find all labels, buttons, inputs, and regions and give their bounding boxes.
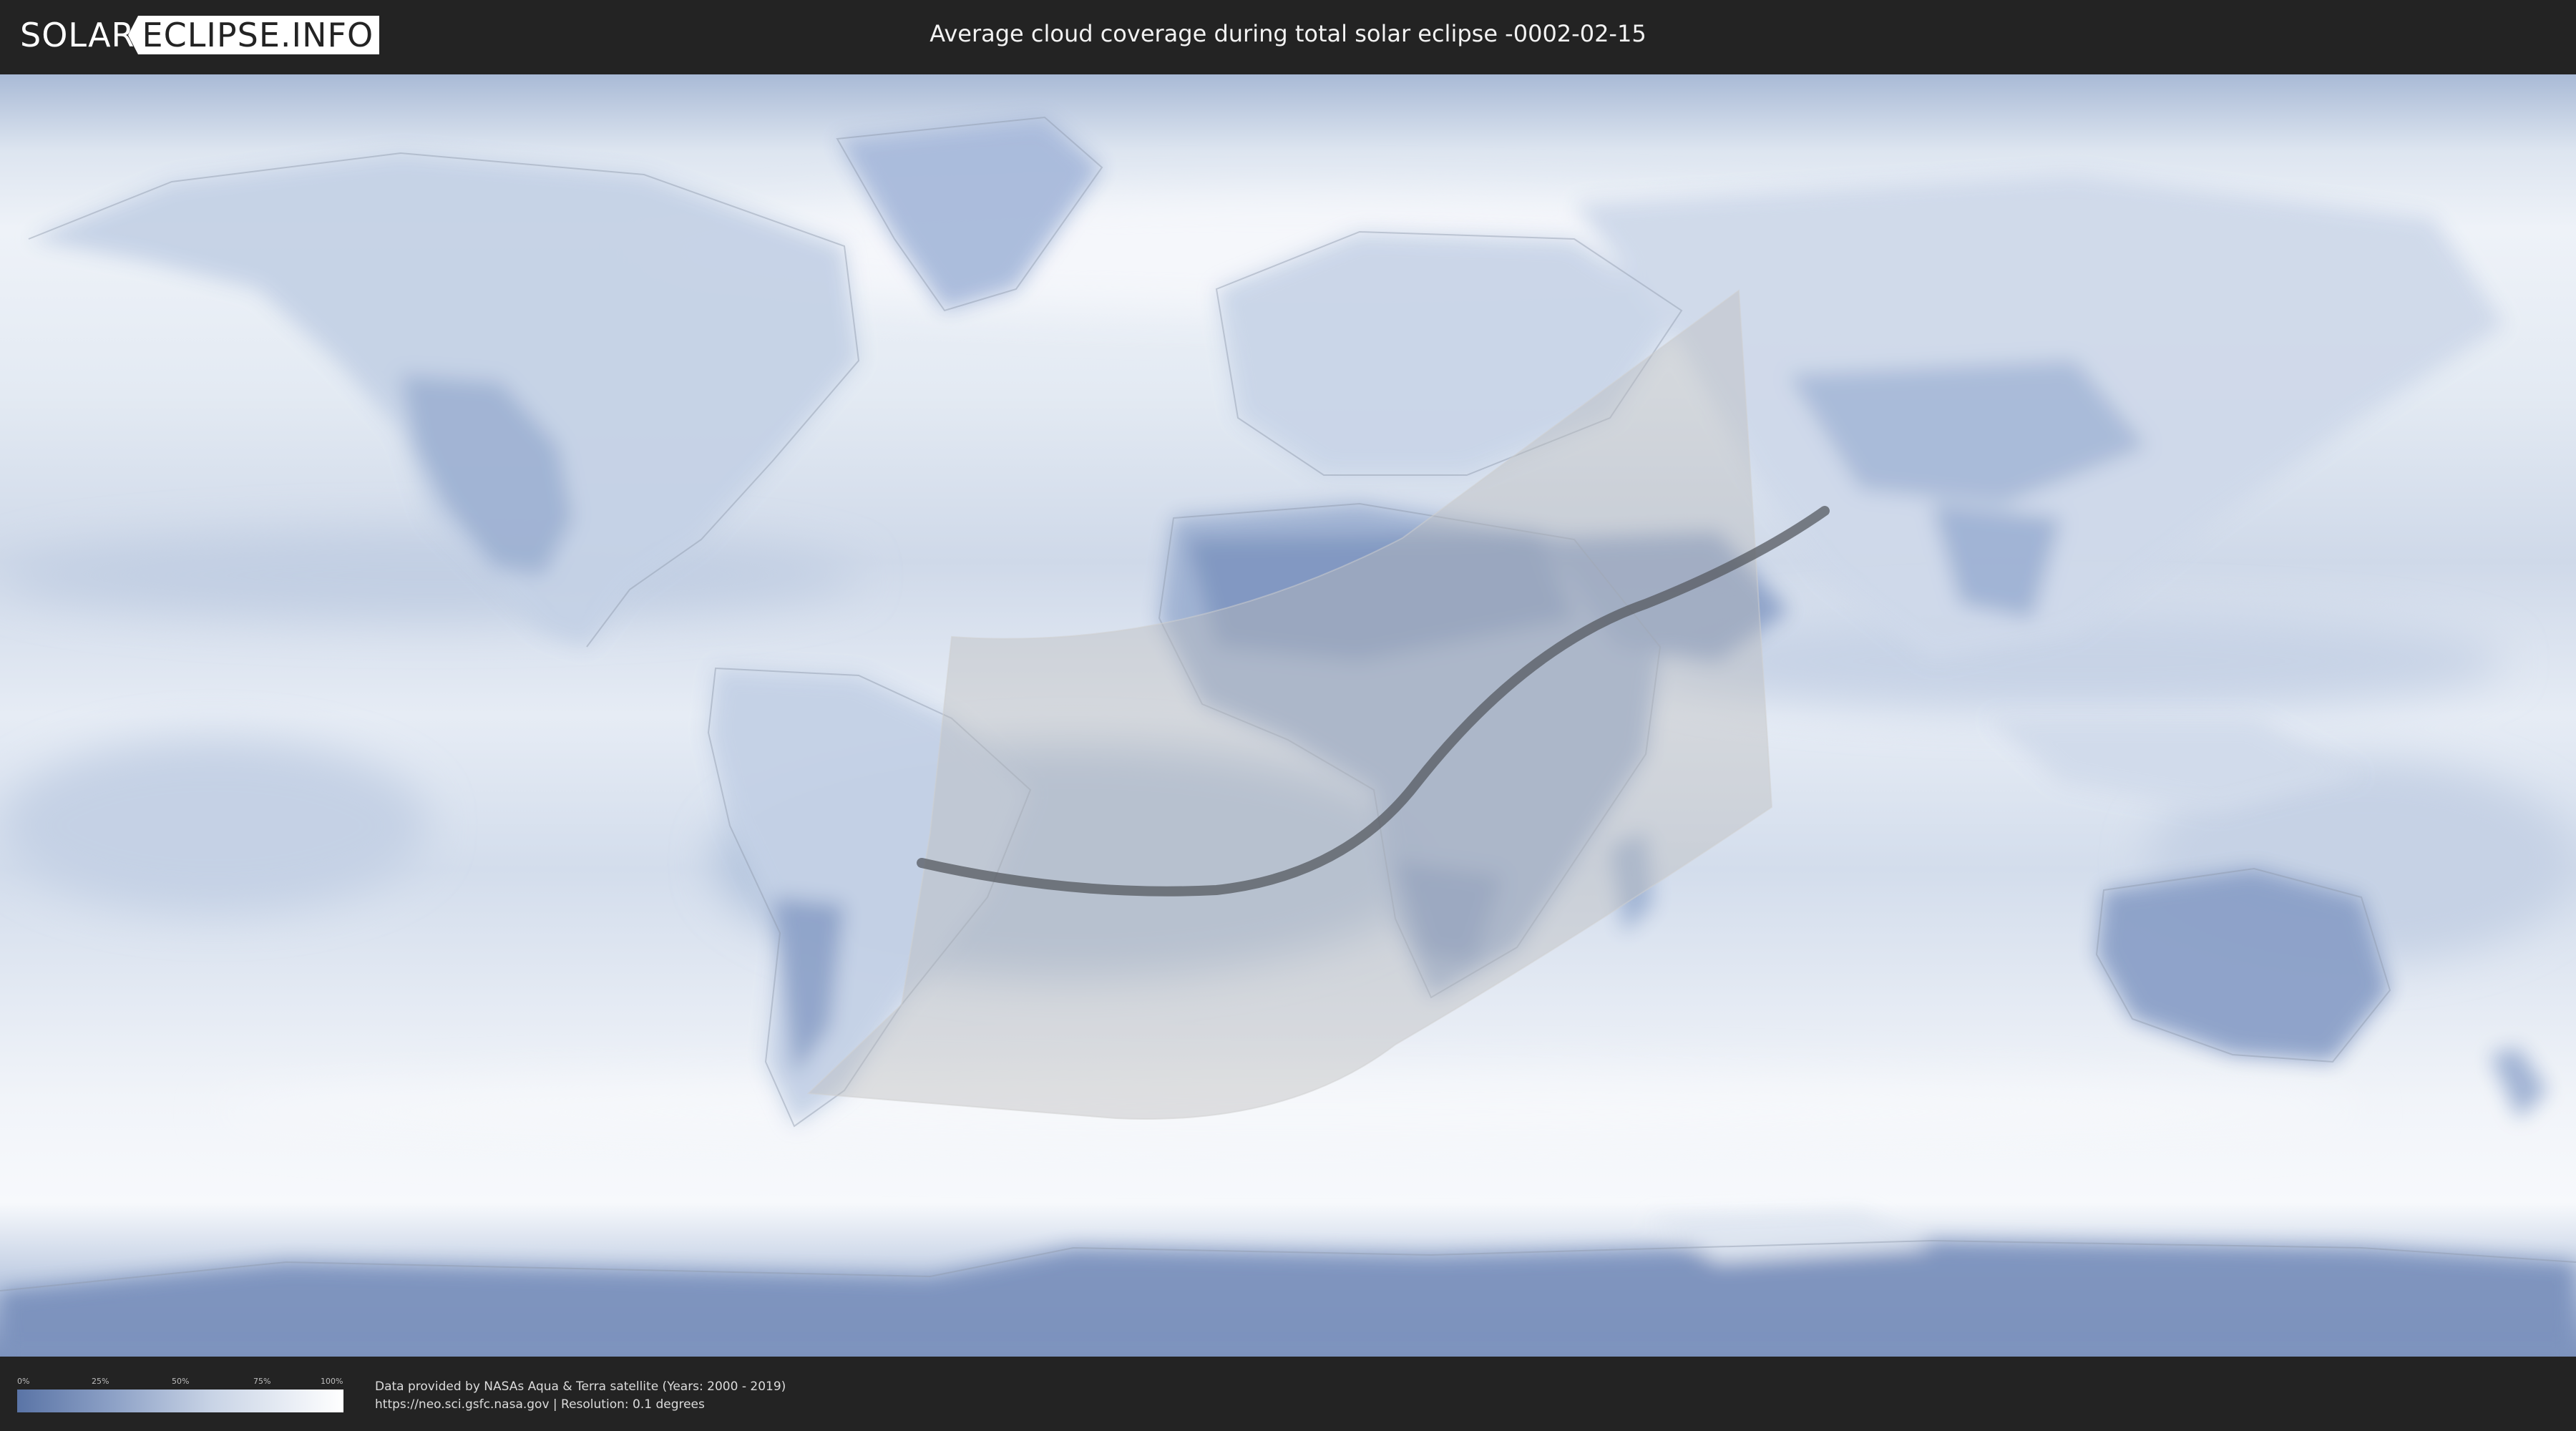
- legend-tick-25: 25%: [92, 1377, 109, 1386]
- cloud-coverage-map: [0, 74, 2576, 1357]
- page-title: Average cloud coverage during total sola…: [930, 20, 1646, 47]
- data-credit-line: Data provided by NASAs Aqua & Terra sate…: [375, 1379, 786, 1394]
- legend-gradient-bar: [17, 1390, 343, 1412]
- legend-ticks: 0% 25% 50% 75% 100%: [17, 1377, 343, 1387]
- data-source-line[interactable]: https://neo.sci.gsfc.nasa.gov | Resoluti…: [375, 1397, 705, 1412]
- footer-bar: [0, 1358, 2576, 1431]
- legend-tick-0: 0%: [17, 1377, 30, 1386]
- header-bar: SOLAR ECLIPSE.INFO Average cloud coverag…: [0, 0, 2576, 72]
- legend-tick-50: 50%: [172, 1377, 190, 1386]
- legend-tick-100: 100%: [321, 1377, 343, 1386]
- legend-tick-75: 75%: [253, 1377, 271, 1386]
